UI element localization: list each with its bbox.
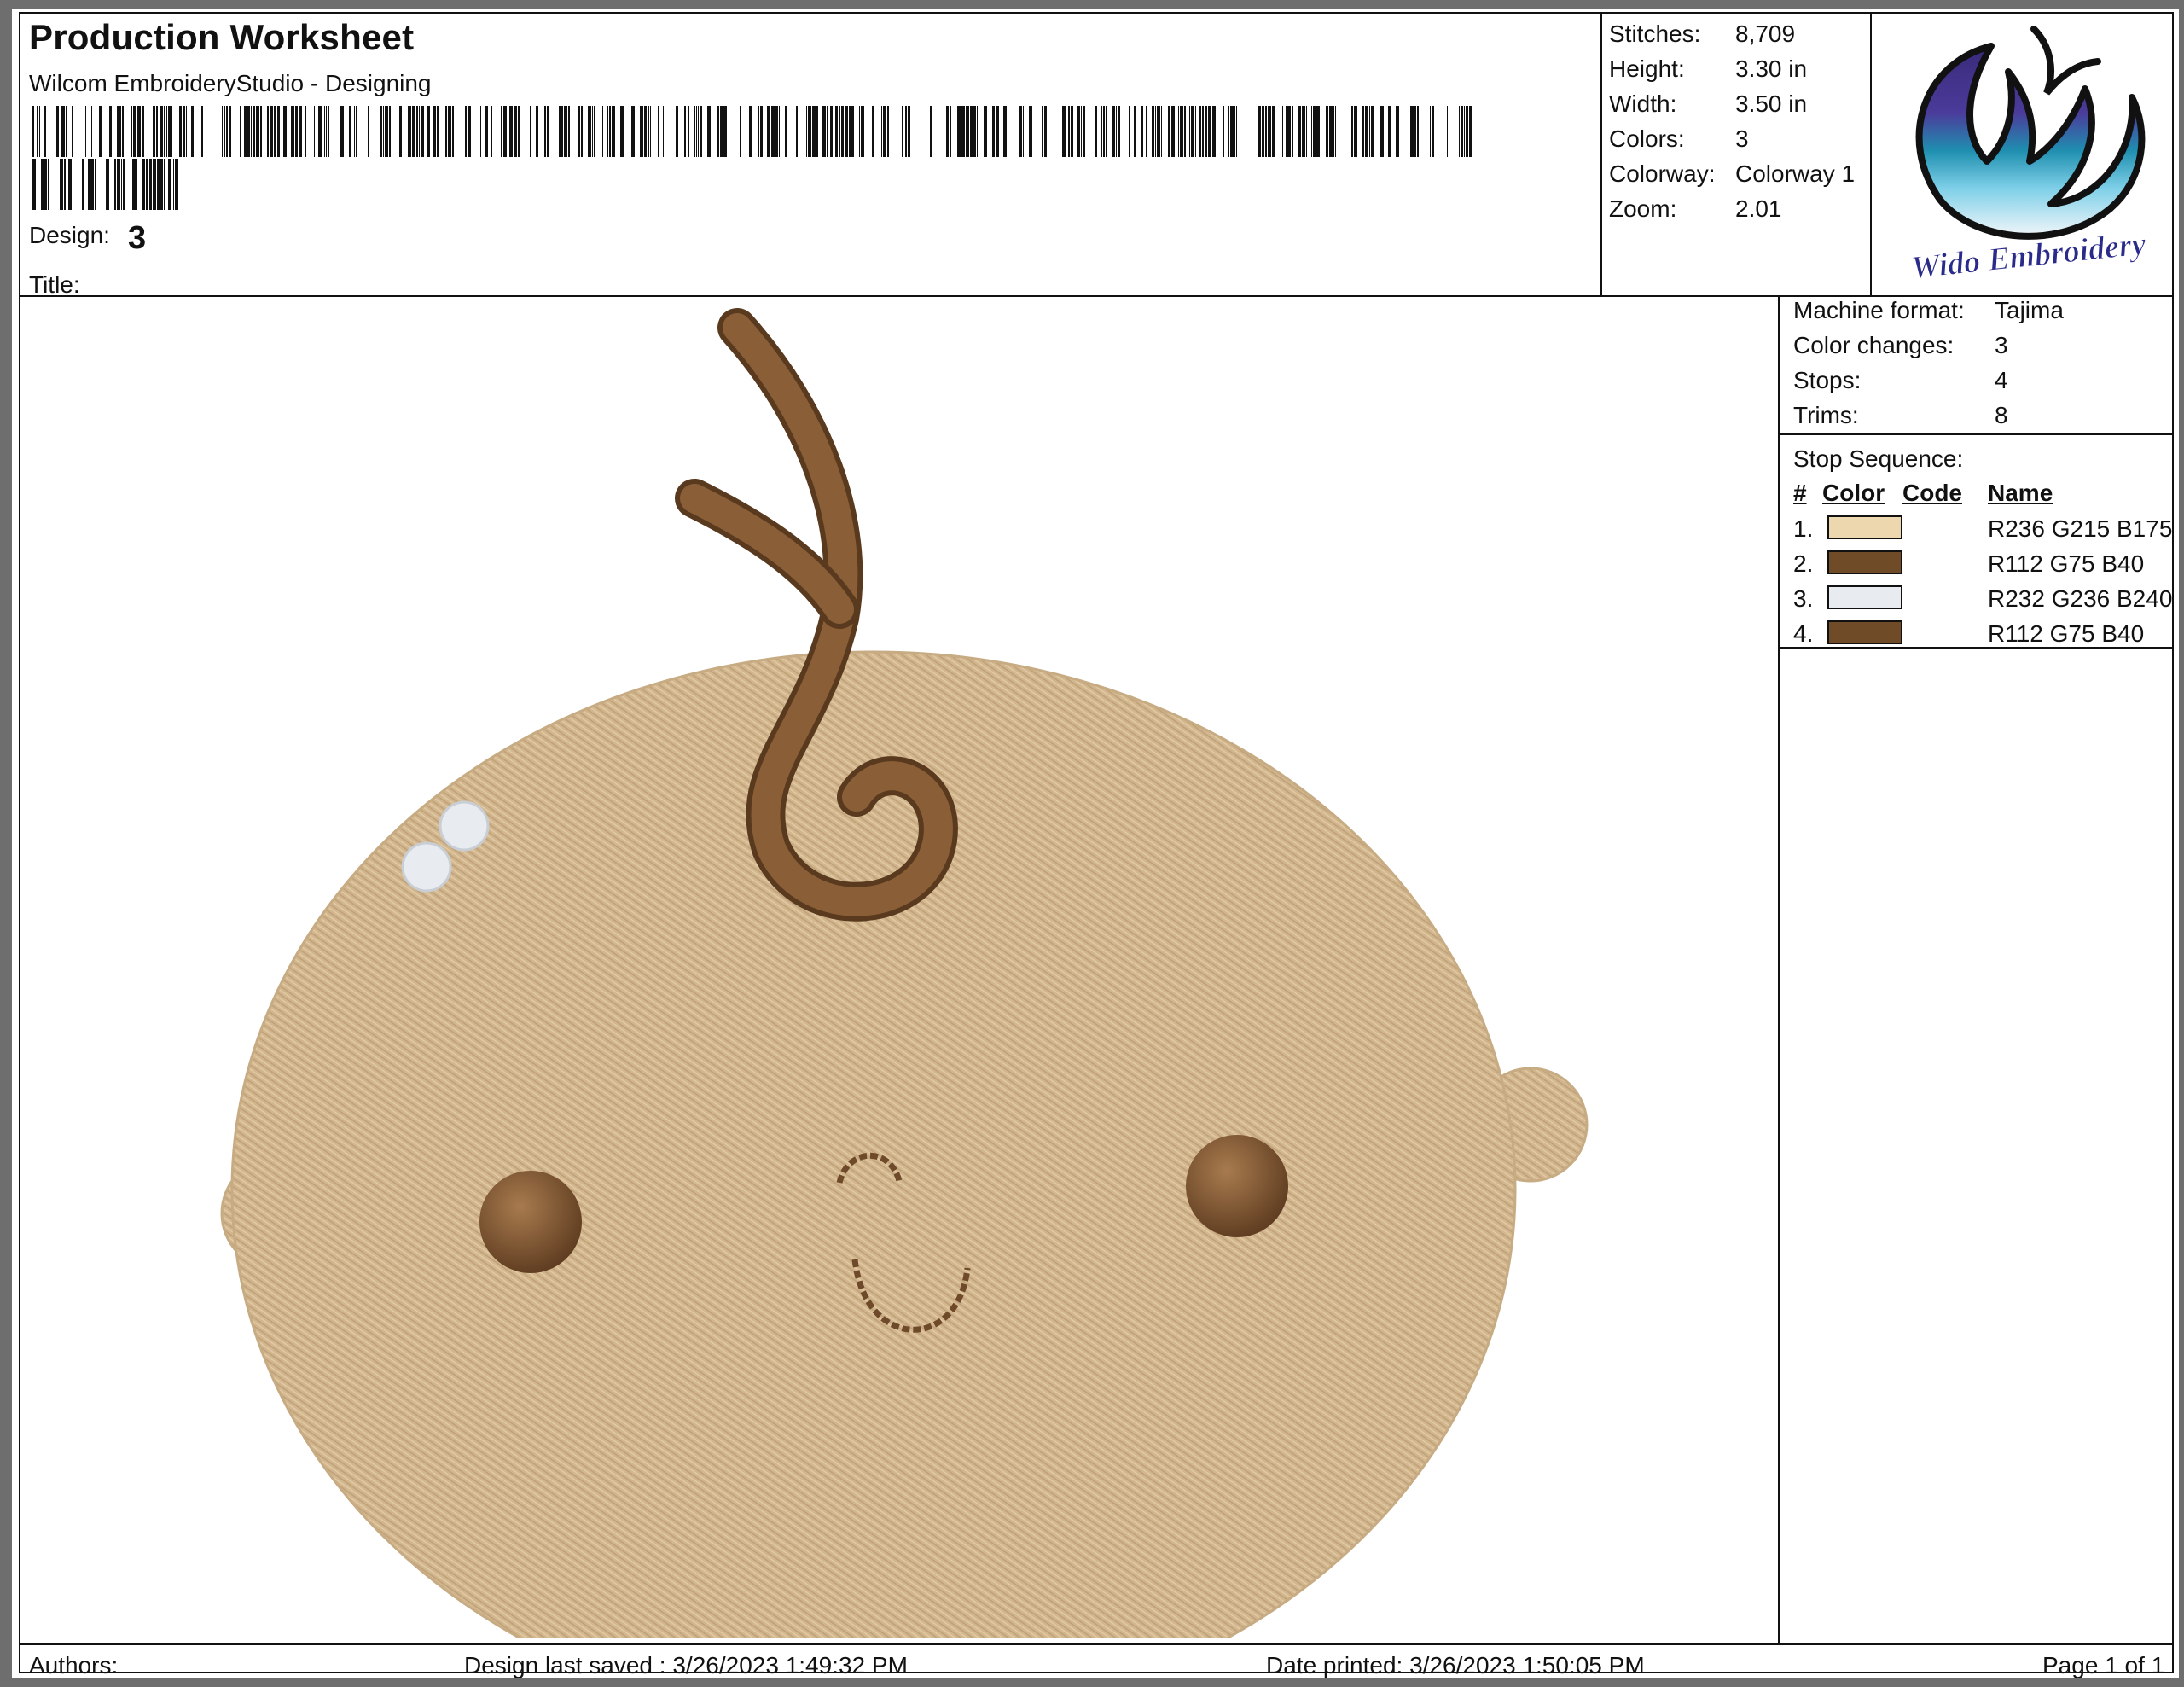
col-code: Code: [1902, 480, 1962, 506]
machine-value: Tajima: [1995, 297, 2064, 323]
stat-value: 3.50 in: [1735, 90, 1808, 117]
logo-divider: [1870, 12, 1872, 297]
col-number: #: [1793, 480, 1807, 506]
left-eye: [479, 1171, 582, 1273]
footer-divider: [19, 1643, 2174, 1645]
stop-sequence-title: Stop Sequence:: [1793, 445, 1964, 472]
highlight-dot: [439, 800, 490, 852]
stat-label: Colors:: [1609, 125, 1685, 152]
stat-label: Height:: [1609, 55, 1685, 82]
stop-color-swatch: [1827, 515, 1902, 539]
machine-divider: [1778, 433, 2174, 435]
footer-authors: Authors:: [29, 1652, 119, 1678]
highlight-dot: [401, 841, 452, 893]
stat-label: Zoom:: [1609, 195, 1677, 222]
machine-label: Machine format:: [1793, 297, 1965, 323]
side-panel-divider: [1778, 295, 1780, 1645]
stop-color-swatch: [1827, 585, 1902, 609]
stop-color-swatch: [1827, 620, 1902, 644]
software-name: Wilcom EmbroideryStudio - Designing: [29, 70, 432, 96]
design-number: 3: [128, 220, 147, 256]
stat-value: Colorway 1: [1735, 160, 1856, 187]
machine-label: Color changes:: [1793, 332, 1955, 358]
stat-label: Width:: [1609, 90, 1677, 117]
wido-embroidery-logo: Wido Embroidery: [1909, 26, 2148, 287]
stop-row-number: 4.: [1793, 620, 1814, 647]
stat-value: 2.01: [1735, 195, 1782, 222]
stat-label: Colorway:: [1609, 160, 1716, 187]
col-color: Color: [1822, 480, 1885, 506]
embroidery-design-preview: [220, 308, 1589, 1638]
stat-value: 8,709: [1735, 20, 1796, 47]
baby-head: [220, 308, 1589, 1638]
machine-value: 3: [1995, 332, 2008, 358]
stop-row-number: 3.: [1793, 585, 1814, 612]
stop-color-name: R232 G236 B240: [1988, 585, 2173, 612]
col-name: Name: [1988, 480, 2053, 506]
design-label: Design:: [29, 222, 110, 248]
footer-page-number: Page 1 of 1: [2042, 1652, 2165, 1678]
machine-value: 4: [1995, 367, 2008, 393]
machine-label: Trims:: [1793, 402, 1859, 428]
machine-label: Stops:: [1793, 367, 1862, 393]
machine-value: 8: [1995, 402, 2008, 428]
stop-color-name: R112 G75 B40: [1988, 550, 2145, 577]
page-title: Production Worksheet: [29, 17, 415, 57]
footer-last-saved: Design last saved : 3/26/2023 1:49:32 PM: [464, 1652, 908, 1678]
right-eye: [1186, 1135, 1288, 1237]
stop-color-swatch: [1827, 550, 1902, 574]
stat-label: Stitches:: [1609, 20, 1701, 47]
stat-value: 3: [1735, 125, 1749, 152]
stop-row-number: 2.: [1793, 550, 1814, 577]
title-label: Title:: [29, 271, 80, 298]
stop-color-name: R236 G215 B175: [1988, 515, 2173, 542]
stats-divider: [1600, 12, 1602, 297]
stat-value: 3.30 in: [1735, 55, 1808, 82]
barcode: [32, 106, 1472, 210]
stop-color-name: R112 G75 B40: [1988, 620, 2145, 647]
footer-date-printed: Date printed: 3/26/2023 1:50:05 PM: [1266, 1652, 1645, 1678]
production-worksheet-page: Production Worksheet Wilcom EmbroiderySt…: [12, 9, 2179, 1678]
stop-row-number: 1.: [1793, 515, 1814, 542]
